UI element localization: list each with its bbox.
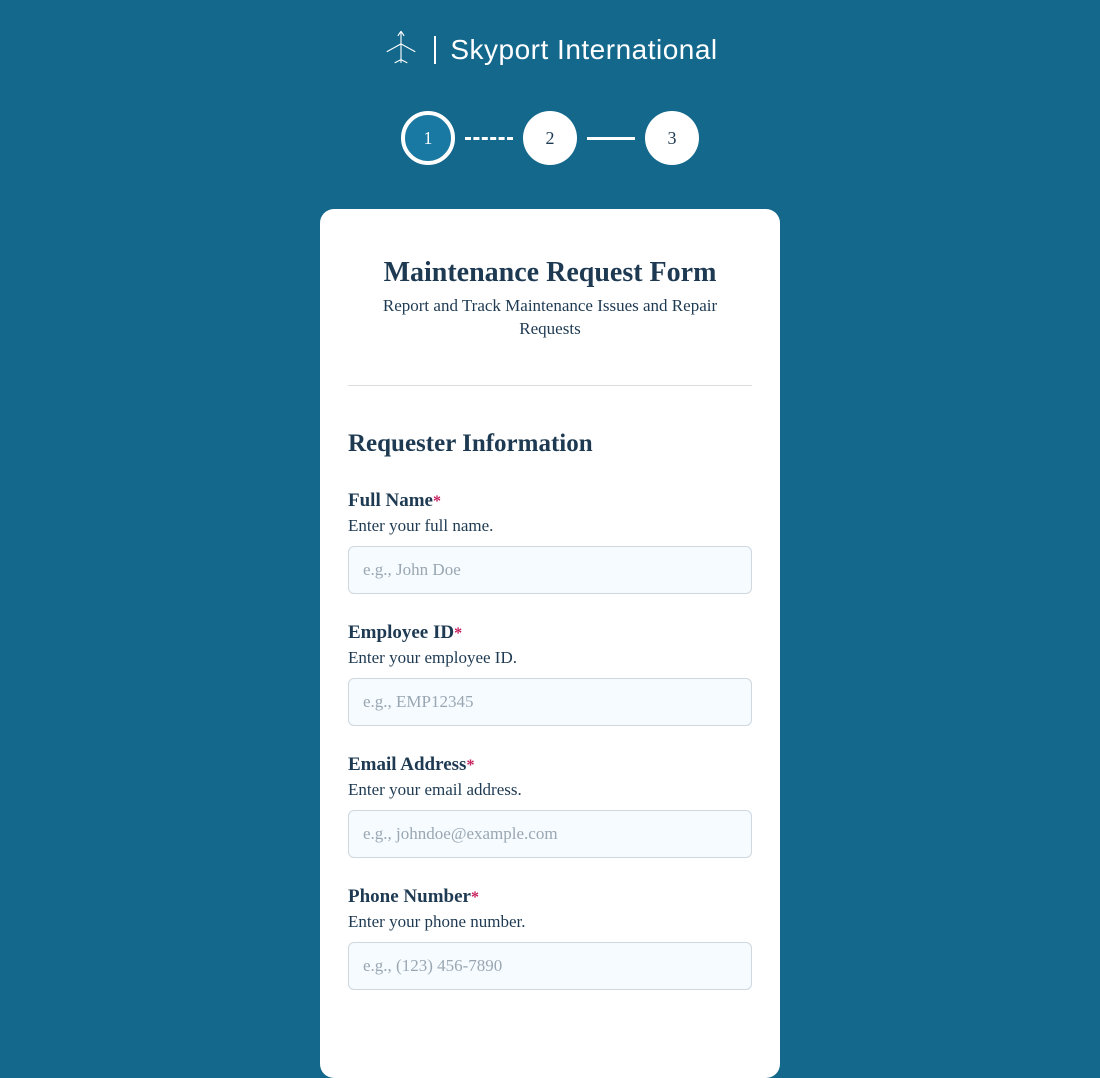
step-1[interactable]: 1 [401, 111, 455, 165]
email-input[interactable] [348, 810, 752, 858]
required-mark: * [466, 757, 474, 774]
field-full-name: Full Name* Enter your full name. [348, 490, 752, 594]
section-title: Requester Information [348, 430, 752, 458]
email-label: Email Address [348, 754, 466, 775]
full-name-hint: Enter your full name. [348, 516, 752, 536]
employee-id-input[interactable] [348, 678, 752, 726]
full-name-input[interactable] [348, 546, 752, 594]
employee-id-hint: Enter your employee ID. [348, 648, 752, 668]
step-3[interactable]: 3 [645, 111, 699, 165]
form-subtitle: Report and Track Maintenance Issues and … [365, 295, 735, 341]
phone-label: Phone Number [348, 886, 471, 907]
step-indicator: 1 2 3 [401, 111, 699, 165]
step-connector [587, 137, 635, 140]
employee-id-label: Employee ID [348, 622, 454, 643]
divider [348, 385, 752, 386]
step-connector [465, 137, 513, 140]
form-card: Maintenance Request Form Report and Trac… [320, 209, 780, 1078]
full-name-label: Full Name [348, 490, 433, 511]
field-employee-id: Employee ID* Enter your employee ID. [348, 622, 752, 726]
required-mark: * [433, 493, 441, 510]
form-title: Maintenance Request Form [348, 257, 752, 289]
field-email: Email Address* Enter your email address. [348, 754, 752, 858]
phone-input[interactable] [348, 942, 752, 990]
phone-hint: Enter your phone number. [348, 912, 752, 932]
step-2[interactable]: 2 [523, 111, 577, 165]
required-mark: * [471, 889, 479, 906]
airplane-icon [382, 28, 420, 71]
required-mark: * [454, 625, 462, 642]
logo-divider [434, 36, 436, 64]
field-phone: Phone Number* Enter your phone number. [348, 886, 752, 990]
page: Skyport International 1 2 3 Maintenance … [0, 0, 1100, 1078]
brand-name: Skyport International [450, 34, 717, 66]
email-hint: Enter your email address. [348, 780, 752, 800]
brand-logo: Skyport International [382, 28, 717, 71]
